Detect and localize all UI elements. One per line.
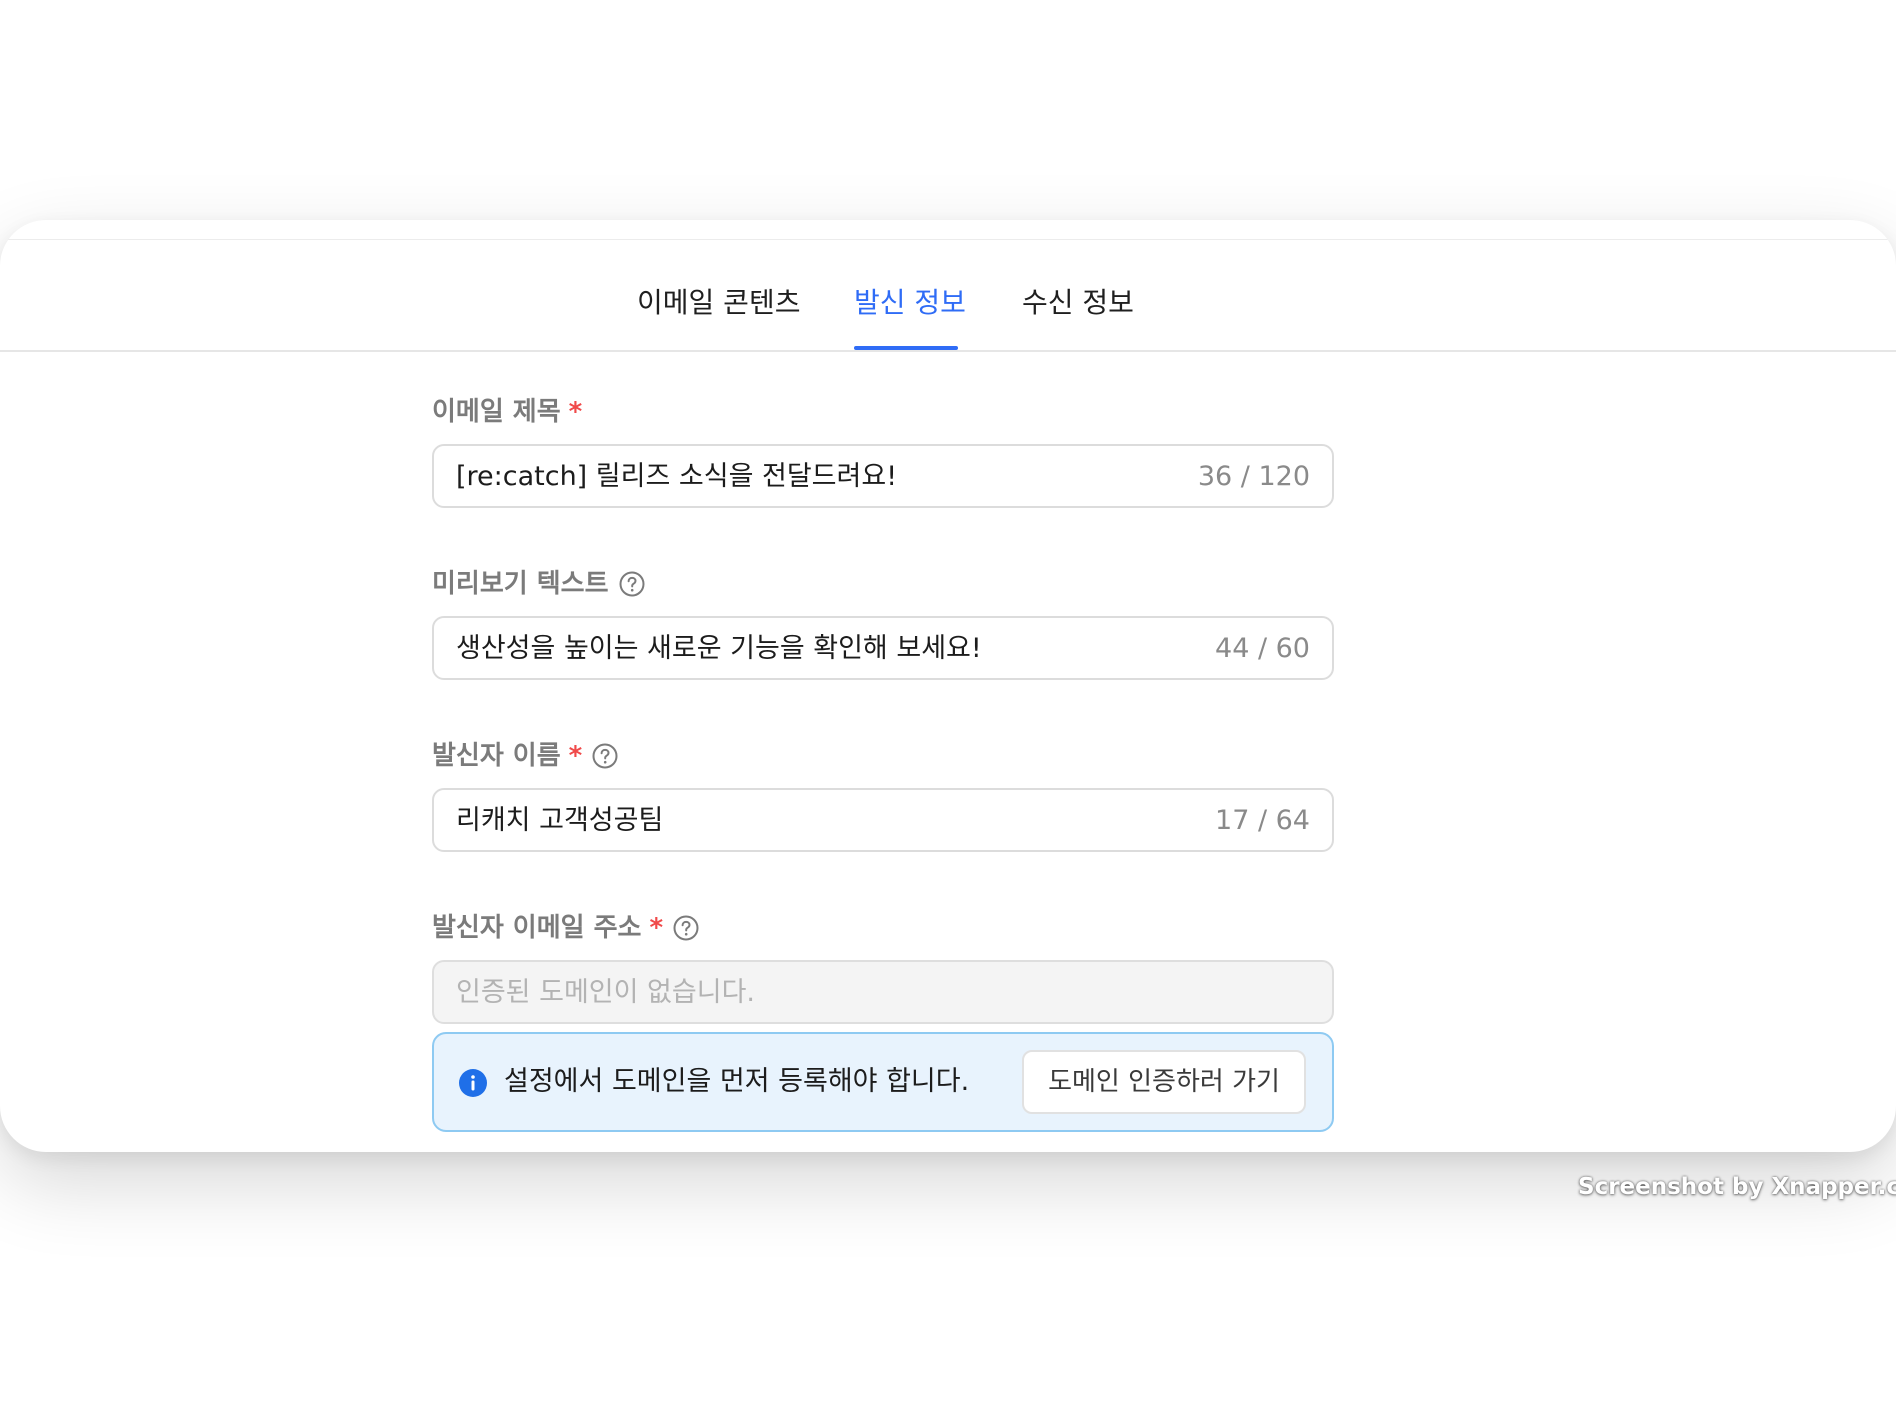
help-icon[interactable]: [592, 743, 618, 769]
sender-name-input-value[interactable]: 리캐치 고객성공팀: [456, 804, 663, 838]
watermark: Screenshot by Xnapper.com: [1578, 1174, 1896, 1200]
page: 이메일 콘텐츠 발신 정보 수신 정보 이메일 제목 * [re:catch] …: [0, 0, 1896, 1422]
sender-email-placeholder: 인증된 도메인이 없습니다.: [456, 977, 755, 1008]
subject-input-value[interactable]: [re:catch] 릴리즈 소식을 전달드려요!: [456, 460, 897, 494]
subject-label-group: 이메일 제목 *: [432, 396, 582, 428]
tab-recipient-info[interactable]: 수신 정보: [1022, 286, 1134, 320]
tab-email-content[interactable]: 이메일 콘텐츠: [637, 286, 800, 320]
sender-name-input[interactable]: 리캐치 고객성공팀 17 / 64: [432, 788, 1334, 852]
tab-sender-info[interactable]: 발신 정보: [854, 286, 966, 320]
active-tab-indicator: [854, 346, 958, 350]
sender-name-label: 발신자 이름: [432, 741, 561, 771]
help-icon[interactable]: [673, 915, 699, 941]
required-mark: *: [649, 913, 664, 943]
sender-email-label: 발신자 이메일 주소: [432, 913, 642, 943]
verify-domain-button[interactable]: 도메인 인증하러 가기: [1022, 1050, 1306, 1114]
sender-email-select[interactable]: 인증된 도메인이 없습니다.: [432, 960, 1334, 1024]
preview-input-value[interactable]: 생산성을 높이는 새로운 기능을 확인해 보세요!: [456, 632, 982, 666]
sender-email-label-group: 발신자 이메일 주소 *: [432, 912, 699, 944]
subject-label: 이메일 제목: [432, 397, 561, 427]
email-settings-panel: 이메일 콘텐츠 발신 정보 수신 정보 이메일 제목 * [re:catch] …: [0, 220, 1896, 1152]
subject-input[interactable]: [re:catch] 릴리즈 소식을 전달드려요! 36 / 120: [432, 444, 1334, 508]
preview-input[interactable]: 생산성을 높이는 새로운 기능을 확인해 보세요! 44 / 60: [432, 616, 1334, 680]
preview-char-counter: 44 / 60: [1215, 633, 1310, 664]
preview-label-group: 미리보기 텍스트: [432, 568, 645, 600]
sender-name-label-group: 발신자 이름 *: [432, 740, 618, 772]
sender-name-char-counter: 17 / 64: [1215, 805, 1310, 836]
domain-notice-banner: 설정에서 도메인을 먼저 등록해야 합니다. 도메인 인증하러 가기: [432, 1032, 1334, 1132]
notice-text: 설정에서 도메인을 먼저 등록해야 합니다.: [504, 1066, 970, 1097]
required-mark: *: [568, 397, 583, 427]
subject-char-counter: 36 / 120: [1197, 461, 1310, 492]
help-icon[interactable]: [619, 571, 645, 597]
info-icon: [459, 1069, 487, 1097]
tab-bar: 이메일 콘텐츠 발신 정보 수신 정보: [0, 240, 1896, 352]
required-mark: *: [568, 741, 583, 771]
preview-label: 미리보기 텍스트: [432, 569, 609, 599]
